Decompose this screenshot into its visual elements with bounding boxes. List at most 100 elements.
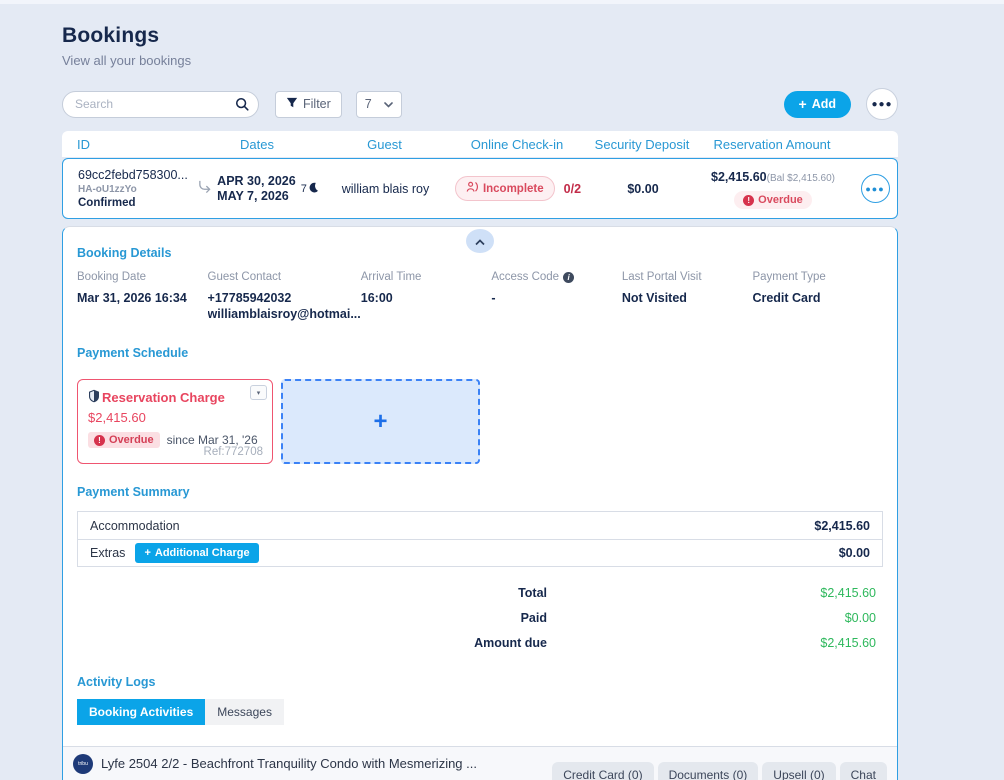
shield-icon <box>88 389 100 406</box>
field-payment-type: Payment Type Credit Card <box>752 271 883 322</box>
filter-icon <box>286 97 298 112</box>
ellipsis-icon: ●●● <box>865 184 884 194</box>
page-size-value: 7 <box>365 97 372 111</box>
top-strip <box>0 0 1004 4</box>
guest-email: williamblaisroy@hotmai... <box>208 306 361 322</box>
check-in-date: APR 30, 2026 <box>217 174 296 189</box>
checkin-progress: 0/2 <box>564 182 581 196</box>
payment-totals: Total $2,415.60 Paid $0.00 Amount due $2… <box>77 580 883 655</box>
dates-cell: APR 30, 2026 MAY 7, 2026 7 <box>188 174 328 204</box>
tab-messages[interactable]: Messages <box>205 699 284 725</box>
row-more-button[interactable]: ●●● <box>861 174 890 203</box>
header-reservation-amount: Reservation Amount <box>692 137 852 152</box>
header-dates: Dates <box>187 137 327 152</box>
security-deposit-cell: $0.00 <box>593 180 693 198</box>
booking-id: 69cc2febd758300... <box>78 168 188 182</box>
field-access-code: Access Code i - <box>491 271 622 322</box>
payment-summary-table: Accommodation $2,415.60 Extras + Additio… <box>77 511 883 567</box>
nights-value: 7 <box>301 183 307 195</box>
activity-logs-title: Activity Logs <box>77 675 883 689</box>
charge-card-menu-button[interactable]: ▾ <box>250 385 267 400</box>
header-security-deposit: Security Deposit <box>592 137 692 152</box>
nights-count: 7 <box>301 182 319 196</box>
online-checkin-cell: Incomplete 0/2 <box>443 176 593 201</box>
booking-id-cell: 69cc2febd758300... HA-oU1zzYo Confirmed <box>63 168 188 209</box>
guest-person-icon <box>466 181 478 196</box>
reservation-amount-cell: $2,415.60(Bal $2,415.60) ! Overdue <box>693 168 853 209</box>
tab-booking-activities[interactable]: Booking Activities <box>77 699 205 725</box>
field-last-portal-visit: Last Portal Visit Not Visited <box>622 271 753 322</box>
charge-amount: $2,415.60 <box>88 410 262 425</box>
paid-row: Paid $0.00 <box>77 605 883 630</box>
toolbar-actions: + Add ●●● <box>784 88 899 120</box>
header-guest: Guest <box>327 137 442 152</box>
search-input[interactable] <box>62 91 259 118</box>
plus-icon: + <box>799 96 807 112</box>
plus-icon: + <box>144 547 150 559</box>
property-avatar: tribu <box>73 754 93 774</box>
overdue-badge: ! Overdue <box>734 191 812 209</box>
chevron-down-icon <box>384 97 393 111</box>
booking-status: Confirmed <box>78 197 188 209</box>
add-label: Add <box>812 97 836 111</box>
reservation-amount-value: $2,415.60 <box>711 170 767 184</box>
filter-label: Filter <box>303 97 331 111</box>
additional-charge-button[interactable]: + Additional Charge <box>135 543 258 563</box>
filter-button[interactable]: Filter <box>275 91 342 118</box>
summary-row-accommodation: Accommodation $2,415.60 <box>78 512 882 539</box>
more-options-button[interactable]: ●●● <box>866 88 898 120</box>
alert-icon: ! <box>94 435 105 446</box>
plus-icon: + <box>373 410 387 434</box>
search-box <box>62 91 259 118</box>
charge-name: Reservation Charge <box>102 390 225 405</box>
page-title: Bookings <box>62 24 191 48</box>
add-scheduled-payment-button[interactable]: + <box>281 379 480 464</box>
booking-ref: HA-oU1zzYo <box>78 184 188 195</box>
documents-button[interactable]: Documents (0) <box>658 762 759 780</box>
table-row[interactable]: 69cc2febd758300... HA-oU1zzYo Confirmed … <box>62 158 898 219</box>
page-header: Bookings View all your bookings <box>62 24 191 68</box>
credit-card-button[interactable]: Credit Card (0) <box>552 762 653 780</box>
add-button[interactable]: + Add <box>784 91 852 118</box>
amount-due-row: Amount due $2,415.60 <box>77 630 883 655</box>
booking-detail-panel: Booking Details Booking Date Mar 31, 202… <box>62 226 898 780</box>
property-name: Lyfe 2504 2/2 - Beachfront Tranquility C… <box>101 756 477 771</box>
info-icon[interactable]: i <box>563 272 574 283</box>
guest-cell: william blais roy <box>328 180 443 198</box>
panel-footer: tribu Lyfe 2504 2/2 - Beachfront Tranqui… <box>63 746 897 780</box>
booking-details-title: Booking Details <box>77 227 883 260</box>
booking-details-fields: Booking Date Mar 31, 2026 16:34 Guest Co… <box>77 271 883 322</box>
charge-overdue-badge: ! Overdue <box>88 432 160 448</box>
footer-actions: Credit Card (0) Documents (0) Upsell (0)… <box>552 762 887 780</box>
field-arrival-time: Arrival Time 16:00 <box>361 271 492 322</box>
guest-name: william blais roy <box>342 182 430 196</box>
payment-schedule-title: Payment Schedule <box>77 346 883 360</box>
payment-summary-title: Payment Summary <box>77 485 883 499</box>
page-subtitle: View all your bookings <box>62 53 191 68</box>
ellipsis-icon: ●●● <box>871 99 892 110</box>
charge-ref: Ref:772708 <box>204 446 263 458</box>
security-deposit-value: $0.00 <box>627 182 658 196</box>
field-guest-contact: Guest Contact +17785942032 williamblaisr… <box>208 271 361 322</box>
toolbar: Filter 7 + Add ●●● <box>62 88 898 120</box>
curved-arrow-icon <box>197 180 212 198</box>
row-actions-cell: ●●● <box>853 174 897 203</box>
reservation-charge-card[interactable]: ▾ Reservation Charge $2,415.60 ! Overdue… <box>77 379 273 464</box>
upsell-button[interactable]: Upsell (0) <box>762 762 835 780</box>
incomplete-label: Incomplete <box>483 183 544 195</box>
incomplete-badge[interactable]: Incomplete <box>455 176 555 201</box>
summary-row-extras: Extras + Additional Charge $0.00 <box>78 539 882 566</box>
balance-value: (Bal $2,415.60) <box>767 173 835 184</box>
chat-button[interactable]: Chat <box>840 762 887 780</box>
header-id: ID <box>62 137 187 152</box>
overdue-label: Overdue <box>758 194 803 206</box>
total-row: Total $2,415.60 <box>77 580 883 605</box>
charge-since: since Mar 31, '26 <box>167 433 258 447</box>
check-out-date: MAY 7, 2026 <box>217 189 296 204</box>
page-size-select[interactable]: 7 <box>356 91 402 118</box>
table-header: ID Dates Guest Online Check-in Security … <box>62 131 898 157</box>
moon-icon <box>308 182 319 196</box>
activity-tabs: Booking Activities Messages <box>77 699 284 725</box>
search-icon <box>235 97 249 116</box>
header-online-checkin: Online Check-in <box>442 137 592 152</box>
